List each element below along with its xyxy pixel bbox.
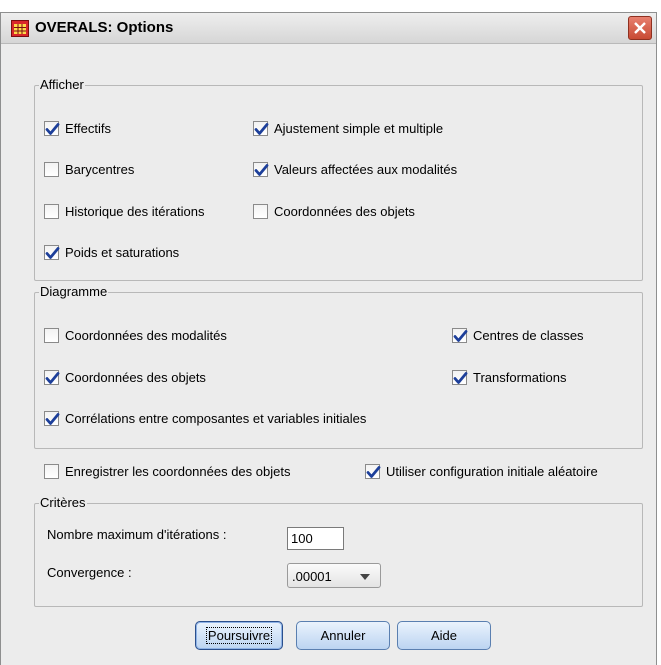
checkmark-icon: [366, 466, 381, 478]
annuler-label: Annuler: [320, 628, 366, 643]
checkmark-icon: [45, 123, 60, 135]
checkbox-label: Effectifs: [65, 121, 112, 136]
checkbox-box[interactable]: [44, 204, 59, 219]
checkbox-label: Coordonnées des objets: [65, 370, 206, 385]
checkbox-label: Historique des itérations: [65, 204, 205, 219]
checkbox-box[interactable]: [253, 121, 269, 136]
checkbox-box[interactable]: [44, 411, 60, 426]
checkmark-icon: [453, 372, 468, 384]
max-iterations-label: Nombre maximum d'itérations :: [47, 527, 227, 542]
checkbox-box[interactable]: [253, 204, 268, 219]
checkbox-box[interactable]: [253, 162, 269, 177]
options-dialog: OVERALS: Options Afficher Effectifs Ajus…: [0, 12, 657, 665]
checkmark-icon: [45, 247, 60, 259]
poursuivre-label: Poursuivre: [205, 627, 273, 644]
checkbox-box[interactable]: [44, 121, 60, 136]
checkbox-box[interactable]: [365, 464, 381, 479]
convergence-value: .00001: [292, 569, 332, 584]
convergence-select[interactable]: .00001: [287, 563, 381, 588]
close-button[interactable]: [628, 16, 652, 40]
checkbox-label: Poids et saturations: [65, 245, 180, 260]
checkbox-box[interactable]: [452, 370, 468, 385]
title-bar: OVERALS: Options: [1, 13, 656, 44]
checkbox-label: Valeurs affectées aux modalités: [274, 162, 458, 177]
checkbox-label: Enregistrer les coordonnées des objets: [65, 464, 291, 479]
window-title: OVERALS: Options: [35, 19, 174, 36]
checkbox-box[interactable]: [44, 245, 60, 260]
spss-table-icon: [11, 20, 29, 37]
checkbox-box[interactable]: [452, 328, 468, 343]
criteres-group: Critères: [34, 495, 643, 607]
close-icon: [634, 22, 646, 34]
checkbox-label: Centres de classes: [473, 328, 584, 343]
aide-button[interactable]: Aide: [397, 621, 491, 650]
checkbox-label: Transformations: [473, 370, 567, 385]
checkbox-box[interactable]: [44, 328, 59, 343]
checkbox-label: Coordonnées des objets: [274, 204, 415, 219]
checkbox-box[interactable]: [44, 370, 60, 385]
checkmark-icon: [254, 123, 269, 135]
poursuivre-button[interactable]: Poursuivre: [195, 621, 283, 650]
checkbox-label: Corrélations entre composantes et variab…: [65, 411, 367, 426]
chevron-down-icon: [360, 574, 370, 580]
checkmark-icon: [254, 164, 269, 176]
diagramme-legend: Diagramme: [39, 284, 109, 300]
convergence-label: Convergence :: [47, 565, 132, 580]
checkbox-label: Ajustement simple et multiple: [274, 121, 444, 136]
checkbox-box[interactable]: [44, 162, 59, 177]
aide-label: Aide: [430, 628, 458, 643]
max-iterations-input[interactable]: 100: [287, 527, 344, 550]
checkmark-icon: [453, 330, 468, 342]
checkmark-icon: [45, 413, 60, 425]
checkbox-label: Coordonnées des modalités: [65, 328, 227, 343]
criteres-legend: Critères: [39, 495, 87, 511]
checkmark-icon: [45, 372, 60, 384]
checkbox-box[interactable]: [44, 464, 59, 479]
checkbox-label: Utiliser configuration initiale aléatoir…: [386, 464, 598, 479]
afficher-legend: Afficher: [39, 77, 85, 93]
checkbox-label: Barycentres: [65, 162, 135, 177]
annuler-button[interactable]: Annuler: [296, 621, 390, 650]
